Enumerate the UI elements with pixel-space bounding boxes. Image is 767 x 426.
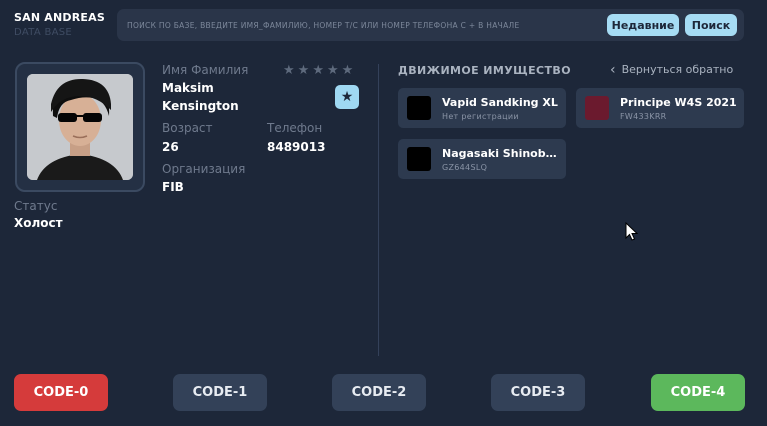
star-icon: ★ <box>340 89 354 105</box>
star-icon[interactable]: ★ <box>283 64 295 77</box>
vehicle-color-swatch <box>407 147 431 171</box>
code-0-button[interactable]: CODE-0 <box>14 374 108 411</box>
vehicle-plate: Нет регистрации <box>442 112 519 121</box>
vehicle-color-swatch <box>407 96 431 120</box>
age-value: 26 <box>162 140 179 154</box>
last-name: Kensington <box>162 99 239 113</box>
star-icon[interactable]: ★ <box>298 64 310 77</box>
name-label: Имя Фамилия <box>162 63 249 77</box>
favorite-star-button[interactable]: ★ <box>335 85 359 109</box>
chevron-left-icon: ‹ <box>610 61 616 78</box>
vehicle-name: Vapid Sandking XL <box>442 96 558 109</box>
search-input[interactable] <box>127 9 607 41</box>
vehicle-card[interactable]: Nagasaki Shinobi ... GZ644SLQ <box>398 139 566 179</box>
vehicle-name: Nagasaki Shinobi ... <box>442 147 560 160</box>
back-label: Вернуться обратно <box>621 63 734 76</box>
avatar-image <box>27 74 133 180</box>
star-icon[interactable]: ★ <box>342 64 354 77</box>
rating-stars: ★ ★ ★ ★ ★ <box>283 64 353 77</box>
search-button[interactable]: Поиск <box>685 14 737 36</box>
code-4-button[interactable]: CODE-4 <box>651 374 745 411</box>
vehicle-plate: FW433KRR <box>620 112 667 121</box>
vehicle-color-swatch <box>585 96 609 120</box>
vehicles-title: ДВИЖИМОЕ ИМУЩЕСТВО <box>398 64 571 77</box>
app-title: SAN ANDREAS <box>14 11 105 24</box>
code-1-button[interactable]: CODE-1 <box>173 374 267 411</box>
star-icon[interactable]: ★ <box>312 64 324 77</box>
avatar <box>15 62 145 192</box>
org-value: FIB <box>162 180 184 194</box>
status-value: Холост <box>14 216 63 230</box>
code-2-button[interactable]: CODE-2 <box>332 374 426 411</box>
app-subtitle: DATA BASE <box>14 27 73 38</box>
vehicle-name: Principe W4S 2021 <box>620 96 737 109</box>
vehicle-card[interactable]: Vapid Sandking XL Нет регистрации <box>398 88 566 128</box>
phone-label: Телефон <box>267 121 323 135</box>
vehicle-plate: GZ644SLQ <box>442 163 488 172</box>
status-label: Статус <box>14 199 58 213</box>
mouse-cursor-icon <box>625 221 639 246</box>
phone-value: 8489013 <box>267 140 326 154</box>
star-icon[interactable]: ★ <box>327 64 339 77</box>
org-label: Организация <box>162 162 246 176</box>
back-button[interactable]: ‹ Вернуться обратно <box>610 61 734 78</box>
search-bar: Недавние Поиск <box>117 9 744 41</box>
vehicle-card[interactable]: Principe W4S 2021 FW433KRR <box>576 88 744 128</box>
divider <box>378 64 379 356</box>
age-label: Возраст <box>162 121 213 135</box>
first-name: Maksim <box>162 81 214 95</box>
code-3-button[interactable]: CODE-3 <box>491 374 585 411</box>
recent-button[interactable]: Недавние <box>607 14 679 36</box>
